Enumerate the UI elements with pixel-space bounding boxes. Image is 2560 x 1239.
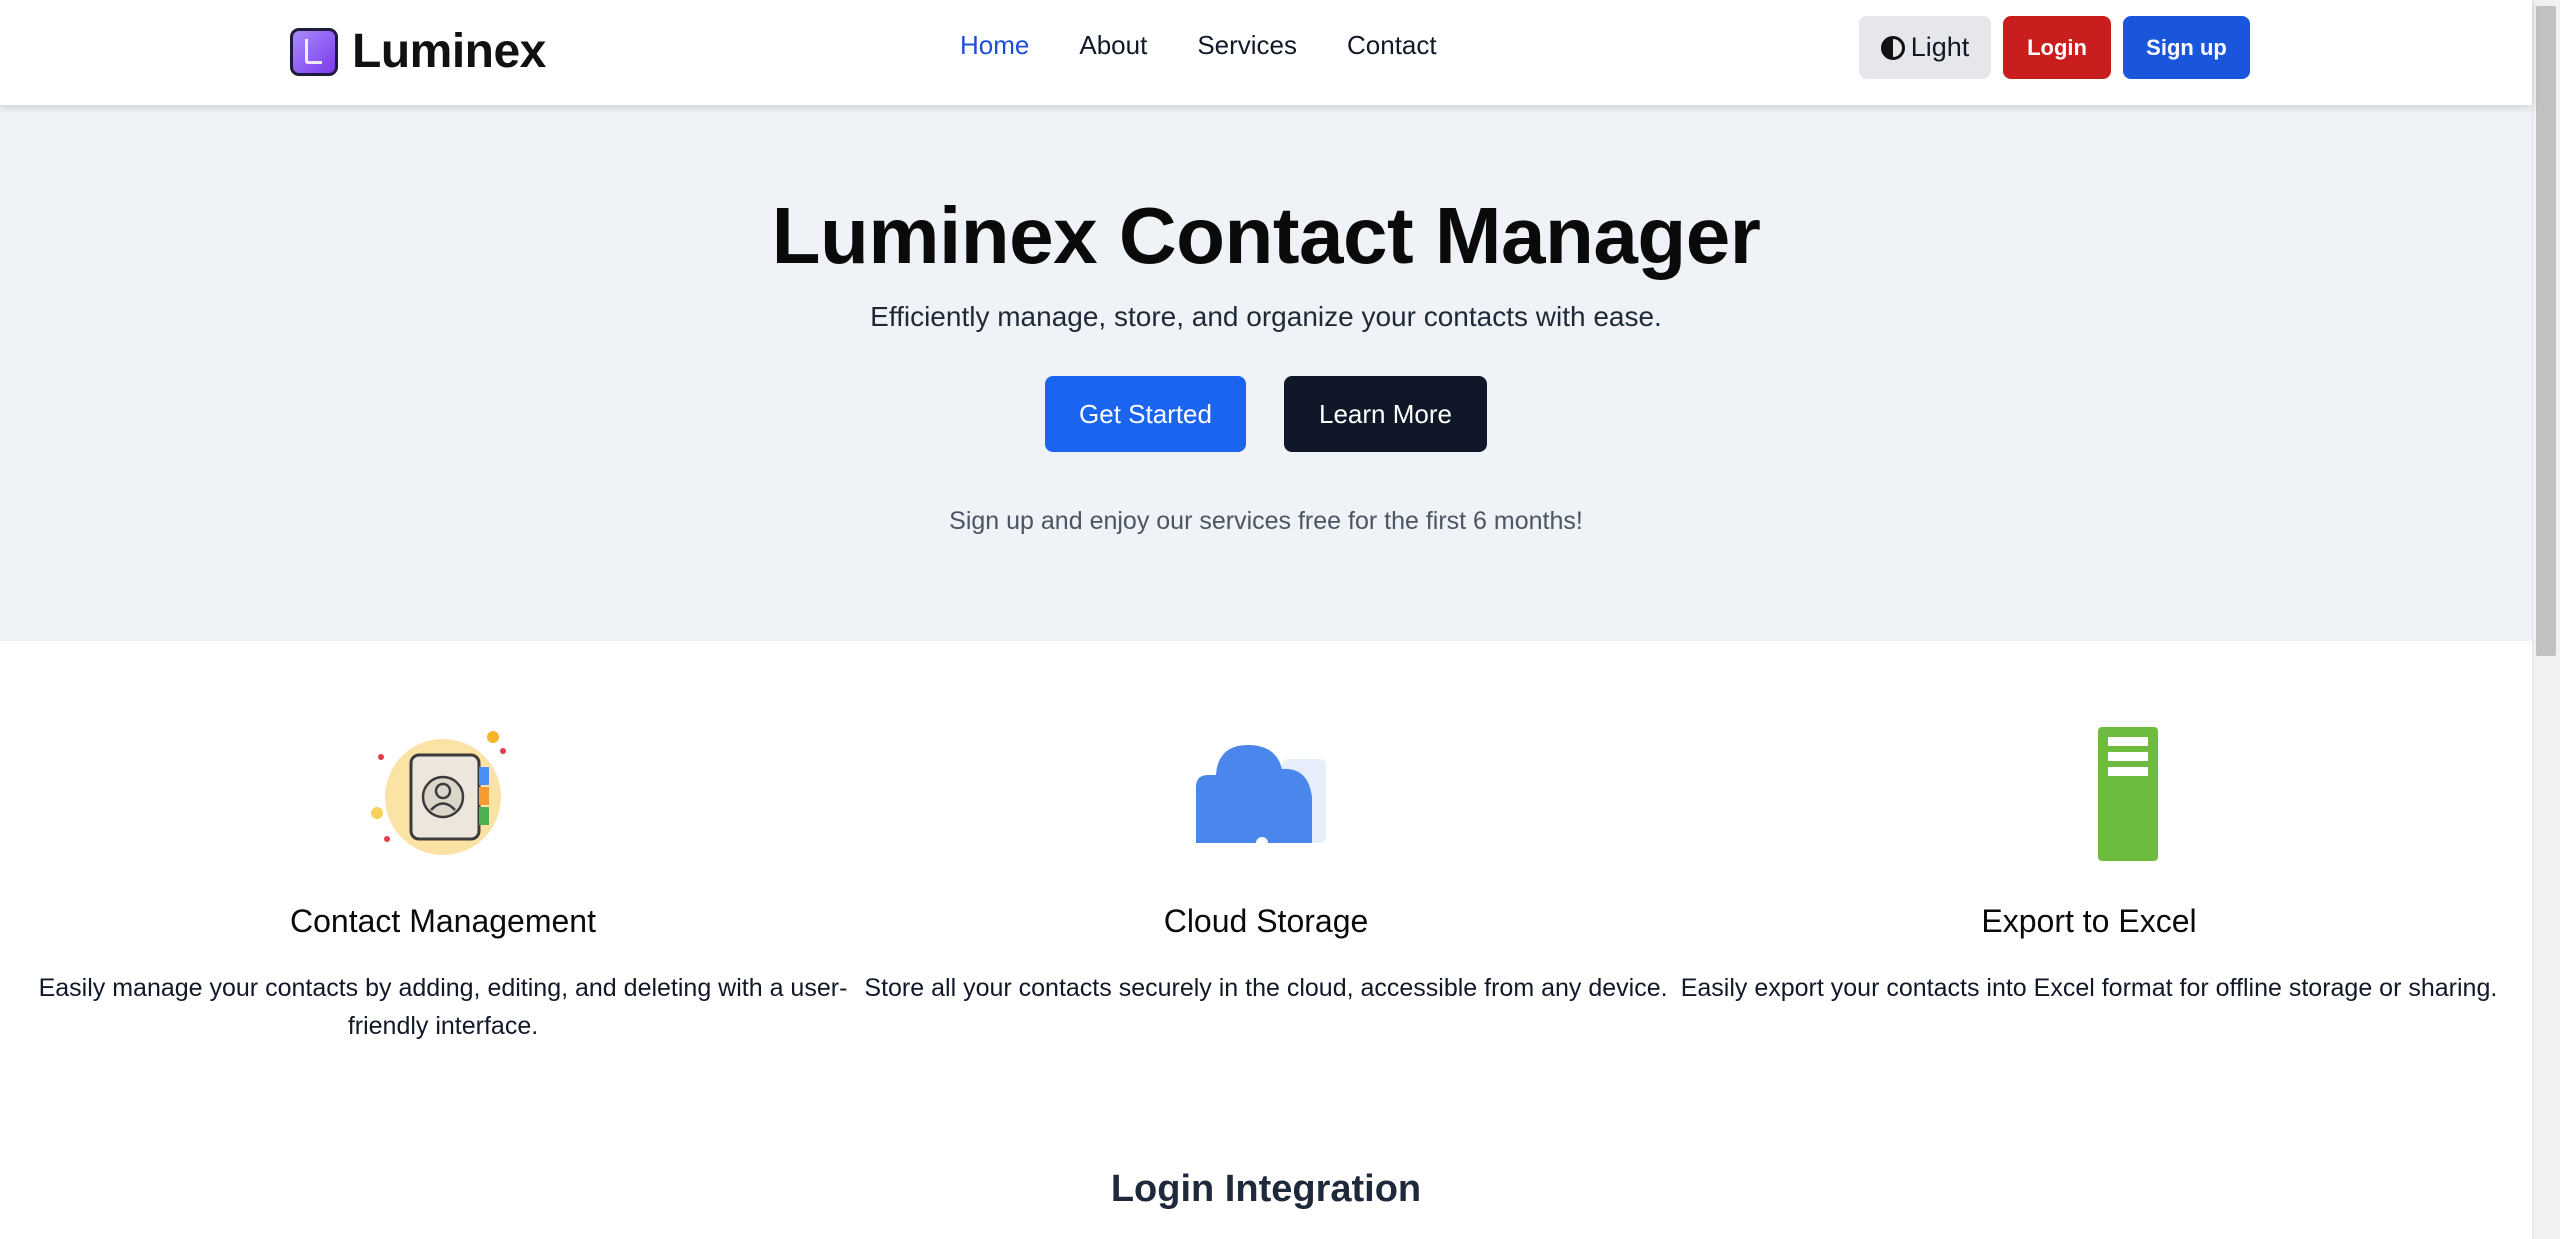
signup-button[interactable]: Sign up: [2123, 16, 2250, 79]
feature-title: Contact Management: [290, 903, 596, 939]
login-button[interactable]: Login: [2003, 16, 2111, 79]
nav-link-services[interactable]: Services: [1197, 30, 1297, 60]
nav-link-contact[interactable]: Contact: [1347, 30, 1437, 60]
book-logo-icon: [290, 27, 338, 76]
feature-title: Export to Excel: [1981, 903, 2197, 939]
brand-name: Luminex: [352, 25, 546, 78]
hero-cta-group: Get Started Learn More: [0, 376, 2532, 452]
feature-description: Easily manage your contacts by adding, e…: [38, 974, 848, 1040]
feature-title: Cloud Storage: [1163, 903, 1369, 939]
page-scrollbar[interactable]: [2532, 0, 2560, 1239]
contrast-half-circle-icon: [1880, 35, 1905, 60]
nav-link-home[interactable]: Home: [960, 30, 1029, 60]
main-nav: Home About Services Contact: [960, 30, 1437, 61]
theme-toggle-button[interactable]: Light: [1859, 16, 1991, 79]
learn-more-button[interactable]: Learn More: [1284, 376, 1487, 452]
hero-title: Luminex Contact Manager: [771, 191, 1761, 280]
login-integration-heading: Login Integration: [1110, 1168, 1422, 1210]
feature-description: Easily export your contacts into Excel f…: [1680, 974, 2498, 1002]
theme-toggle-label: Light: [1910, 32, 1970, 62]
scrollbar-thumb[interactable]: [2536, 6, 2556, 656]
top-navbar: Luminex Home About Services Contact Ligh…: [0, 0, 2532, 105]
cloud-storage-icon: [856, 727, 1676, 867]
feature-description: Store all your contacts securely in the …: [864, 974, 1668, 1002]
nav-link-about[interactable]: About: [1079, 30, 1147, 60]
address-book-icon: [33, 727, 853, 867]
hero-subtitle: Efficiently manage, store, and organize …: [870, 301, 1662, 332]
excel-export-icon: [1679, 727, 2499, 867]
brand-link[interactable]: Luminex: [290, 24, 546, 79]
get-started-button[interactable]: Get Started: [1045, 376, 1246, 452]
hero-section: Luminex Contact Manager Efficiently mana…: [0, 105, 2532, 641]
features-section: Contact Management Easily manage your co…: [0, 641, 2532, 1061]
nav-actions: Light Login Sign up: [1859, 16, 2250, 79]
hero-promo-note: Sign up and enjoy our services free for …: [949, 507, 1583, 535]
